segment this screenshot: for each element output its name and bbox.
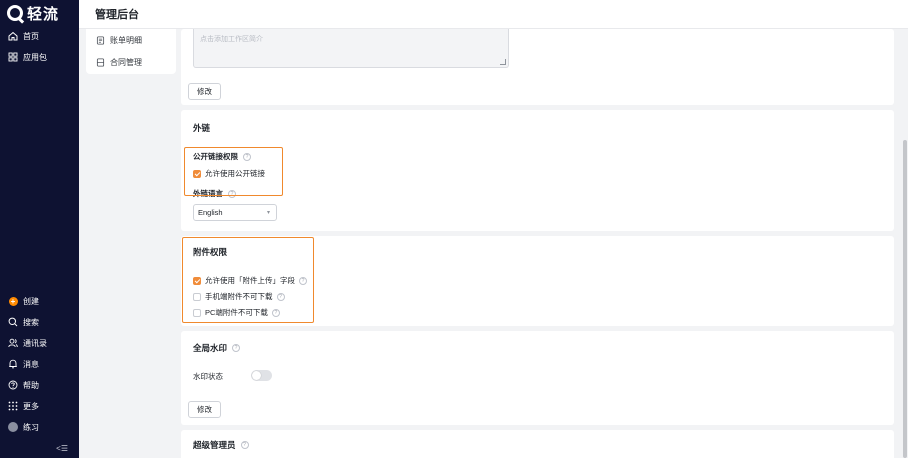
textarea-placeholder: 点击添加工作区简介 [200, 36, 263, 43]
plus-icon: + [8, 296, 18, 306]
section-title: 外链 [193, 122, 210, 134]
page-scrollbar[interactable] [903, 140, 907, 458]
checkbox-unchecked-icon[interactable] [193, 308, 201, 317]
pc-no-download-checkbox[interactable]: PC端附件不可下载 ? [193, 307, 280, 318]
logo-icon [7, 5, 23, 21]
section-title-text: 外链 [193, 123, 211, 133]
help-icon[interactable]: ? [232, 344, 241, 352]
checkbox-checked-icon[interactable] [193, 169, 201, 178]
label-text: 外链语言 [193, 189, 223, 198]
section-title-text: 超级管理员 [193, 440, 236, 450]
nav-label: 更多 [23, 401, 39, 411]
section-title: 全局水印 ? [193, 342, 241, 354]
nav-item-apps[interactable]: 应用包 [8, 50, 47, 64]
nav-label: 练习 [23, 422, 39, 432]
select-value: English [198, 208, 223, 217]
nav-item-contacts[interactable]: 通讯录 [8, 336, 47, 350]
nav-label: 首页 [23, 31, 39, 41]
checkbox-checked-icon[interactable] [193, 276, 201, 285]
language-select[interactable]: English ▾ [193, 204, 277, 221]
resize-handle-icon[interactable] [500, 59, 506, 65]
contacts-icon [8, 338, 18, 348]
help-icon [8, 380, 18, 390]
nav-item-messages[interactable]: 消息 [8, 357, 39, 371]
help-icon[interactable]: ? [243, 152, 251, 161]
edit-workspace-button[interactable]: 修改 [188, 83, 221, 100]
checkbox-label: 允许使用「附件上传」字段 [205, 276, 295, 285]
checkbox-unchecked-icon[interactable] [193, 292, 201, 301]
super-admin-card: 超级管理员 ? [181, 430, 894, 458]
public-permission-label: 公开链接权限 ? [193, 151, 251, 162]
submenu-item-bill[interactable]: 账单明细 [96, 34, 142, 46]
submenu-item-contract[interactable]: 合同管理 [96, 56, 142, 68]
checkbox-label: 允许使用公开链接 [205, 169, 265, 178]
mobile-no-download-checkbox[interactable]: 手机端附件不可下载 ? [193, 291, 285, 302]
document-icon [96, 35, 105, 45]
watermark-toggle[interactable] [251, 370, 272, 381]
nav-item-create[interactable]: + 创建 [8, 294, 39, 308]
label-text: 水印状态 [193, 372, 223, 381]
left-nav: 轻流 首页 应用包 + 创建 搜索 通讯录 消息 帮助 更多 练习 <☰ [0, 0, 79, 458]
edit-watermark-button[interactable]: 修改 [188, 401, 221, 418]
top-bar: 管理后台 [79, 0, 908, 29]
section-title-text: 附件权限 [193, 247, 228, 257]
logo[interactable]: 轻流 [7, 4, 60, 23]
allow-public-link-checkbox[interactable]: 允许使用公开链接 [193, 168, 265, 179]
nav-label: 通讯录 [23, 338, 47, 348]
avatar [8, 422, 18, 432]
submenu-label: 账单明细 [110, 35, 142, 45]
nav-item-help[interactable]: 帮助 [8, 378, 39, 392]
checkbox-label: 手机端附件不可下载 [205, 292, 273, 301]
nav-label: 搜索 [23, 317, 39, 327]
settings-submenu: 账单明细 合同管理 [86, 29, 176, 74]
home-icon [8, 31, 18, 41]
workspace-card: 点击添加工作区简介 修改 [181, 29, 894, 105]
nav-label: 应用包 [23, 52, 47, 62]
section-title-text: 全局水印 [193, 343, 228, 353]
nav-item-user[interactable]: 练习 [8, 420, 39, 434]
bell-icon [8, 359, 18, 369]
search-icon [8, 317, 18, 327]
logo-text: 轻流 [27, 5, 60, 23]
checkbox-label: PC端附件不可下载 [205, 308, 268, 317]
grid-icon [8, 52, 18, 62]
nav-label: 创建 [23, 296, 39, 306]
nav-label: 帮助 [23, 380, 39, 390]
contract-icon [96, 57, 105, 67]
external-link-card: 外链 公开链接权限 ? 允许使用公开链接 外链语言 ? English ▾ [181, 110, 894, 231]
section-title: 超级管理员 ? [193, 439, 249, 451]
page-title: 管理后台 [95, 9, 139, 21]
watermark-card: 全局水印 ? 水印状态 修改 [181, 331, 894, 425]
nav-label: 消息 [23, 359, 39, 369]
nav-item-search[interactable]: 搜索 [8, 315, 39, 329]
allow-upload-field-checkbox[interactable]: 允许使用「附件上传」字段 ? [193, 275, 307, 286]
watermark-status-label: 水印状态 [193, 371, 223, 382]
nav-item-home[interactable]: 首页 [8, 29, 39, 43]
help-icon[interactable]: ? [299, 276, 307, 285]
chevron-down-icon: ▾ [266, 210, 270, 216]
help-icon[interactable]: ? [240, 441, 249, 449]
workspace-intro-textarea[interactable]: 点击添加工作区简介 [193, 29, 509, 68]
submenu-label: 合同管理 [110, 57, 142, 67]
nav-item-more[interactable]: 更多 [8, 399, 39, 413]
dots-grid-icon [8, 401, 18, 411]
help-icon[interactable]: ? [228, 189, 236, 198]
section-title: 附件权限 [193, 246, 227, 258]
label-text: 公开链接权限 [193, 152, 238, 161]
link-language-label: 外链语言 ? [193, 188, 236, 199]
attachment-permission-card: 附件权限 允许使用「附件上传」字段 ? 手机端附件不可下载 ? PC端附件不可下… [181, 236, 894, 326]
help-icon[interactable]: ? [271, 308, 280, 317]
collapse-sidebar-button[interactable]: <☰ [56, 444, 68, 453]
help-icon[interactable]: ? [276, 292, 285, 301]
